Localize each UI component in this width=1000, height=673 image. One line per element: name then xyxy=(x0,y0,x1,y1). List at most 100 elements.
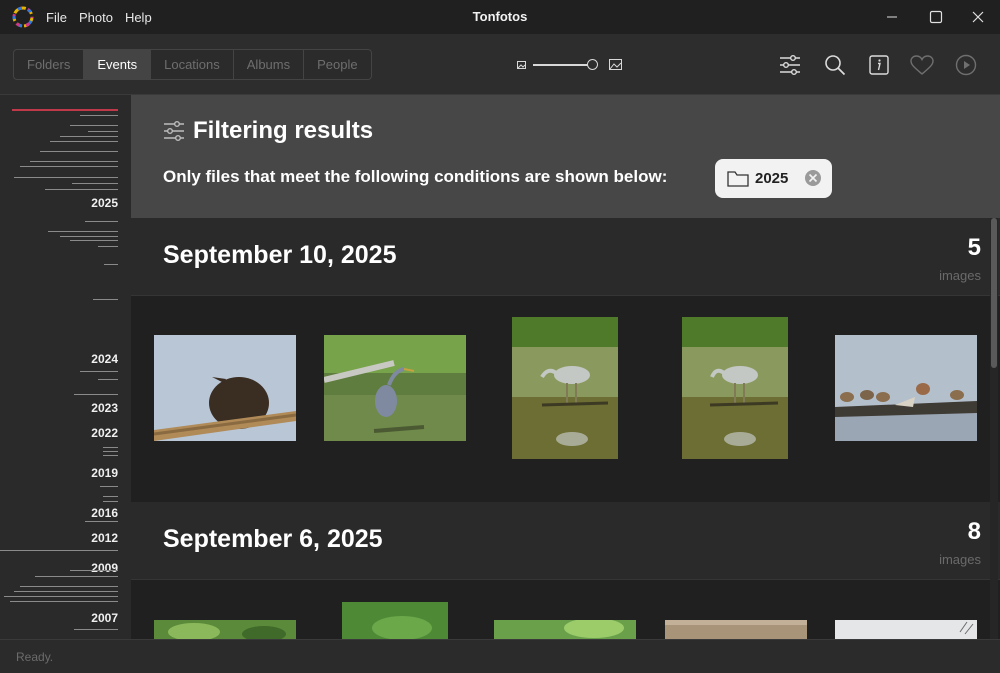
thumbnail-size-slider[interactable] xyxy=(516,58,622,72)
photo-thumbnail[interactable] xyxy=(324,335,466,441)
timeline-tick xyxy=(20,166,118,167)
status-bar: Ready. xyxy=(0,639,1000,673)
timeline-tick xyxy=(60,236,118,237)
event-header: September 10, 2025 5 images xyxy=(131,218,1000,296)
minimize-icon xyxy=(887,16,897,18)
timeline-tick xyxy=(103,451,118,452)
slider-thumb[interactable] xyxy=(587,59,598,70)
large-image-icon xyxy=(609,59,622,70)
photo-thumbnail[interactable] xyxy=(154,620,296,639)
timeline-tick xyxy=(103,455,118,456)
photo-thumbnail[interactable] xyxy=(835,335,977,441)
timeline-tick xyxy=(93,299,118,300)
filter-sliders-icon xyxy=(780,55,800,75)
tab-albums[interactable]: Albums xyxy=(234,50,305,79)
filter-description: Only files that meet the following condi… xyxy=(163,167,668,186)
event-date: September 6, 2025 xyxy=(163,525,383,553)
filter-chip[interactable]: 2025 xyxy=(715,159,832,198)
timeline-tick xyxy=(103,501,118,502)
clear-filter-icon[interactable] xyxy=(804,169,822,187)
timeline-tick xyxy=(70,570,118,571)
timeline-tick xyxy=(80,371,118,372)
close-icon xyxy=(972,11,984,23)
timeline-year-2022[interactable]: 2022 xyxy=(91,426,118,440)
filter-title: Filtering results xyxy=(193,117,374,144)
timeline-year-2024[interactable]: 2024 xyxy=(91,352,118,366)
timeline-year-2019[interactable]: 2019 xyxy=(91,466,118,480)
folder-icon xyxy=(727,170,749,187)
search-icon xyxy=(825,55,846,76)
search-button[interactable] xyxy=(823,53,847,77)
play-icon xyxy=(955,54,977,76)
photo-thumbnail[interactable] xyxy=(835,620,977,639)
heart-icon xyxy=(910,55,934,75)
timeline-tick xyxy=(14,591,118,592)
timeline-tick xyxy=(30,161,118,162)
menu-help[interactable]: Help xyxy=(125,10,152,25)
filter-heading: Filtering results xyxy=(163,117,373,145)
photo-thumbnail[interactable] xyxy=(494,620,636,639)
status-text: Ready. xyxy=(16,650,54,664)
scrollbar-thumb[interactable] xyxy=(991,218,997,368)
tab-folders[interactable]: Folders xyxy=(14,50,85,79)
event-count: 5 xyxy=(967,234,981,261)
event-count: 8 xyxy=(967,518,981,545)
photo-thumbnail[interactable] xyxy=(342,602,448,639)
info-icon xyxy=(869,55,889,75)
timeline-tick xyxy=(85,221,118,222)
timeline-tick xyxy=(85,521,118,522)
info-button[interactable] xyxy=(867,53,891,77)
timeline-tick xyxy=(40,151,118,152)
slider-track[interactable] xyxy=(533,64,591,66)
timeline-tick xyxy=(104,264,118,265)
timeline-year-2012[interactable]: 2012 xyxy=(91,531,118,545)
maximize-button[interactable] xyxy=(914,0,958,34)
menu-file[interactable]: File xyxy=(46,10,67,25)
photo-thumbnail[interactable] xyxy=(512,317,618,459)
timeline-year-2023[interactable]: 2023 xyxy=(91,401,118,415)
timeline-tick xyxy=(100,486,118,487)
timeline-current-marker xyxy=(12,109,118,111)
tab-events[interactable]: Events xyxy=(84,50,152,79)
timeline-tick xyxy=(20,586,118,587)
content-scrollbar[interactable] xyxy=(990,218,998,639)
timeline-year-2009[interactable]: 2009 xyxy=(91,561,118,575)
photo-grid xyxy=(131,580,1000,639)
content-area: Filtering results Only files that meet t… xyxy=(131,95,1000,639)
app-window: File Photo Help Tonfotos Folders Events … xyxy=(0,0,1000,673)
event-date: September 10, 2025 xyxy=(163,241,397,269)
photo-thumbnail[interactable] xyxy=(665,620,807,639)
photo-thumbnail[interactable] xyxy=(682,317,788,459)
tab-locations[interactable]: Locations xyxy=(151,50,234,79)
app-logo-icon xyxy=(12,6,34,28)
event-header: September 6, 2025 8 images xyxy=(131,502,1000,580)
filter-button[interactable] xyxy=(778,53,802,77)
minimize-button[interactable] xyxy=(870,0,914,34)
timeline-year-2016[interactable]: 2016 xyxy=(91,506,118,520)
timeline-tick xyxy=(10,601,118,602)
timeline-sidebar[interactable]: 2025 2024 2023 2022 2019 2016 2012 2009 … xyxy=(0,95,131,639)
filter-panel: Filtering results Only files that meet t… xyxy=(131,95,1000,218)
menu-photo[interactable]: Photo xyxy=(79,10,113,25)
event-count-unit: images xyxy=(939,268,981,283)
slideshow-button[interactable] xyxy=(954,53,978,77)
timeline-year-2025[interactable]: 2025 xyxy=(91,196,118,210)
timeline-tick xyxy=(98,246,118,247)
favorite-button[interactable] xyxy=(910,53,934,77)
view-tabs: Folders Events Locations Albums People xyxy=(13,49,372,80)
timeline-tick xyxy=(70,240,118,241)
filter-sliders-icon xyxy=(164,121,184,141)
timeline-tick xyxy=(98,379,118,380)
close-button[interactable] xyxy=(956,0,1000,34)
timeline-tick xyxy=(74,394,118,395)
timeline-tick xyxy=(14,177,118,178)
tab-people[interactable]: People xyxy=(304,50,370,79)
filter-chip-label: 2025 xyxy=(755,170,789,187)
timeline-year-2007[interactable]: 2007 xyxy=(91,611,118,625)
timeline-tick xyxy=(74,629,118,630)
photo-thumbnail[interactable] xyxy=(154,335,296,441)
photo-grid xyxy=(131,296,1000,502)
event-count-unit: images xyxy=(939,552,981,567)
menu-bar: File Photo Help xyxy=(46,0,152,34)
maximize-icon xyxy=(929,10,943,24)
